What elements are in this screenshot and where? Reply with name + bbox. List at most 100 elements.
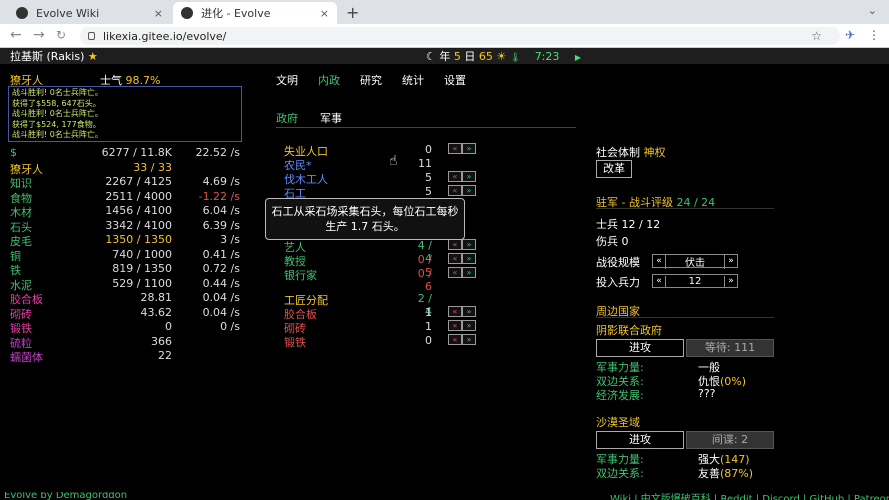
- crafter-count: 0: [425, 334, 432, 347]
- campaign-prev-button[interactable]: «: [653, 256, 665, 266]
- job-controls: «»: [448, 253, 476, 264]
- spy-button[interactable]: 间谍: 2: [686, 431, 774, 449]
- increase-button[interactable]: »: [462, 143, 476, 154]
- troops-decrease-button[interactable]: «: [653, 276, 665, 286]
- tab-research[interactable]: 研究: [360, 72, 382, 88]
- chevron-down-icon[interactable]: ⌄: [868, 4, 877, 17]
- resource-amount: 1350 / 1350: [105, 233, 172, 246]
- lock-icon: [88, 32, 95, 40]
- stat-value: 友善: [698, 467, 720, 480]
- resource-row: 石头 3342 / 4100 6.39 /s: [10, 218, 240, 234]
- resource-rate: 0.04 /s: [202, 291, 240, 304]
- decrease-button[interactable]: «: [448, 185, 462, 196]
- attack-button[interactable]: 进攻: [596, 339, 684, 357]
- decrease-button[interactable]: «: [448, 334, 462, 345]
- crafter-controls: «»: [448, 320, 476, 331]
- reform-button[interactable]: 改革: [596, 160, 632, 178]
- url-field[interactable]: likexia.gitee.io/evolve/ ☆: [80, 27, 840, 45]
- forward-icon[interactable]: →: [33, 27, 45, 43]
- message-log[interactable]: 战斗胜利! 0名士兵阵亡。 获得了$558, 647石头。 战斗胜利! 0名士兵阵亡…: [8, 86, 242, 142]
- menu-icon[interactable]: ⋮: [868, 28, 880, 42]
- resource-amount: 28.81: [140, 291, 173, 304]
- crafter-count: 1: [425, 320, 432, 333]
- job-row: 石工 5 «»: [284, 185, 480, 200]
- tab-evolve-game[interactable]: 进化 - Evolve ×: [173, 2, 337, 24]
- log-entry: 战斗胜利! 0名士兵阵亡。: [12, 88, 103, 97]
- resource-row: 胶合板 28.81 0.04 /s: [10, 291, 240, 306]
- tab-stats[interactable]: 统计: [402, 72, 424, 88]
- resource-rate: 6.39 /s: [202, 218, 240, 232]
- tab-settings[interactable]: 设置: [444, 72, 466, 88]
- resource-row: 知识 2267 / 4125 4.69 /s: [10, 175, 240, 190]
- calendar: ☾ 年 5 日 65 ☀ 🌡 7:23 ▶: [426, 48, 581, 64]
- reload-icon[interactable]: ↻: [56, 28, 66, 42]
- address-bar: ← → ↻ likexia.gitee.io/evolve/ ☆ ✈ ⋮: [0, 24, 889, 48]
- close-icon[interactable]: ×: [154, 7, 163, 20]
- game-topbar: 拉基斯 (Rakis) ★ ☾ 年 5 日 65 ☀ 🌡 7:23 ▶: [0, 48, 889, 64]
- globe-icon: [16, 7, 28, 19]
- tab-military[interactable]: 军事: [320, 110, 342, 126]
- resource-amount: 2267 / 4125: [105, 175, 172, 188]
- footer-credit[interactable]: Evolve by Demagorddon: [4, 492, 127, 500]
- campaign-next-button[interactable]: »: [725, 256, 737, 266]
- decrease-button[interactable]: «: [448, 171, 462, 182]
- back-icon[interactable]: ←: [10, 27, 22, 43]
- resource-row: 獠牙人 33 / 33: [10, 161, 240, 176]
- decrease-button[interactable]: «: [448, 320, 462, 331]
- attack-button[interactable]: 进攻: [596, 431, 684, 449]
- job-controls: «»: [448, 143, 476, 154]
- increase-button[interactable]: »: [462, 253, 476, 264]
- increase-button[interactable]: »: [462, 320, 476, 331]
- crafter-count: 1: [425, 306, 432, 319]
- globe-icon: [181, 7, 193, 19]
- resource-amount: 6277 / 11.8K: [101, 146, 172, 159]
- resource-row: 硫粒 366: [10, 335, 240, 350]
- tab-evolve-wiki[interactable]: Evolve Wiki ×: [8, 2, 171, 24]
- play-icon[interactable]: ▶: [575, 53, 581, 62]
- tab-government[interactable]: 政府: [276, 110, 298, 126]
- job-row: 失业人口 0 «»: [284, 143, 480, 158]
- crafter-controls: «»: [448, 334, 476, 345]
- resource-rate: 6.04 /s: [202, 204, 240, 217]
- job-controls: «»: [448, 185, 476, 196]
- wounded-line: 伤兵 0: [596, 233, 629, 249]
- job-row: 艺人 4 / 4 «»: [284, 239, 480, 265]
- job-controls: «»: [448, 239, 476, 250]
- increase-button[interactable]: »: [462, 171, 476, 182]
- bookmark-star-icon[interactable]: ☆: [811, 29, 822, 43]
- decrease-button[interactable]: «: [448, 239, 462, 250]
- year-label: 年: [439, 50, 451, 63]
- main-tabs: 文明 内政 研究 统计 设置: [276, 72, 486, 88]
- tab-civics[interactable]: 内政: [318, 72, 340, 88]
- increase-button[interactable]: »: [462, 185, 476, 196]
- browser-tabbar: Evolve Wiki × 进化 - Evolve × + ⌄: [0, 0, 889, 24]
- job-name[interactable]: 银行家: [284, 267, 317, 283]
- job-row: 伐木工人 5 «»: [284, 171, 480, 186]
- soldiers-label: 士兵: [596, 218, 618, 231]
- stat-extra: (87%): [720, 467, 754, 480]
- troops-label: 投入兵力: [596, 276, 640, 289]
- resource-amount: 740 / 1000: [112, 247, 172, 261]
- tab-civilization[interactable]: 文明: [276, 72, 298, 88]
- soldiers-value: 12 / 12: [621, 218, 661, 231]
- resource-rate: 22.52 /s: [195, 146, 240, 159]
- close-icon[interactable]: ×: [320, 7, 329, 20]
- increase-button[interactable]: »: [462, 267, 476, 278]
- resource-row: $6277 / 11.8K 22.52 /s: [10, 146, 240, 160]
- new-tab-button[interactable]: +: [346, 3, 359, 22]
- footer-links[interactable]: Wiki | 中文版爆破百科 | Reddit | Discord | GitH…: [610, 492, 889, 500]
- decrease-button[interactable]: «: [448, 143, 462, 154]
- soldiers-line: 士兵 12 / 12: [596, 216, 660, 232]
- increase-button[interactable]: »: [462, 239, 476, 250]
- extension-icon[interactable]: ✈: [845, 28, 855, 42]
- crafter-controls: «»: [448, 306, 476, 317]
- increase-button[interactable]: »: [462, 334, 476, 345]
- decrease-button[interactable]: «: [448, 253, 462, 264]
- decrease-button[interactable]: «: [448, 306, 462, 317]
- nation-name: 沙漠圣域: [596, 416, 640, 429]
- troops-increase-button[interactable]: »: [725, 276, 737, 286]
- resource-amount: 1456 / 4100: [105, 204, 172, 217]
- troops-value: 12: [665, 275, 725, 287]
- increase-button[interactable]: »: [462, 306, 476, 317]
- decrease-button[interactable]: «: [448, 267, 462, 278]
